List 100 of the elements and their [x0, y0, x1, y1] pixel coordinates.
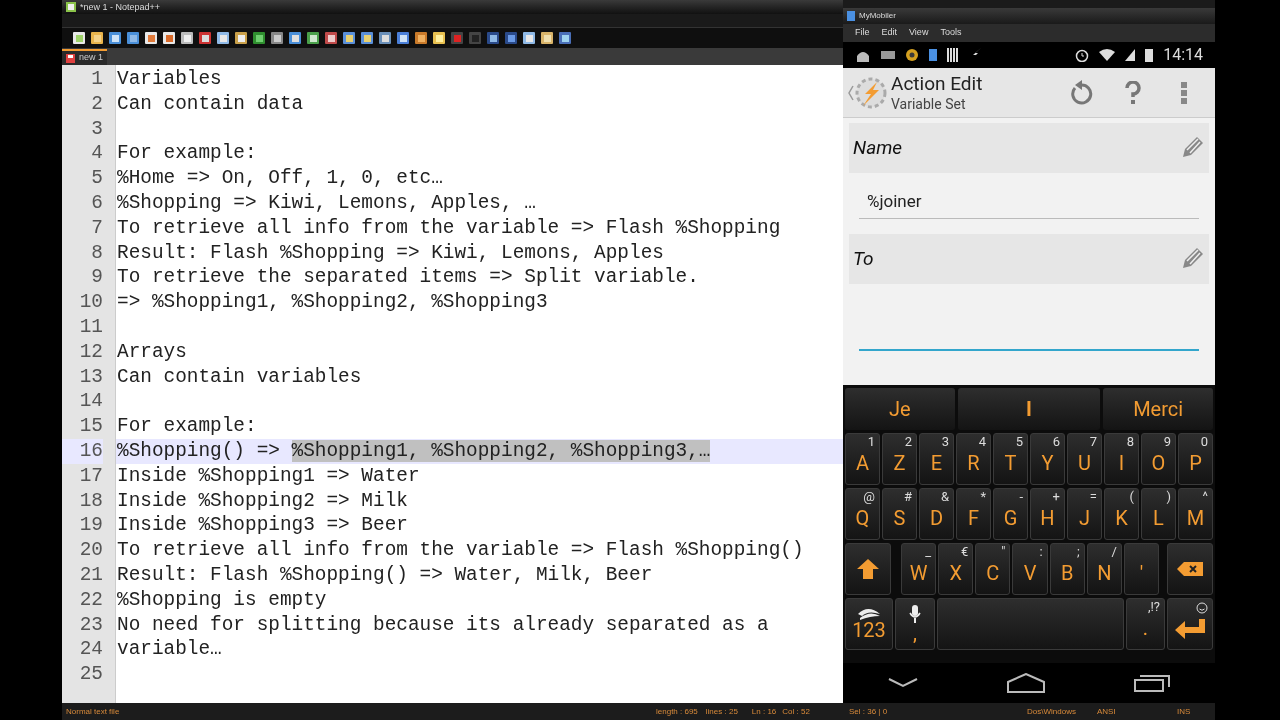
line-number: 12 [78, 339, 103, 365]
code-text: Variables [117, 68, 222, 90]
recent-apps-icon[interactable] [1134, 674, 1171, 692]
keyboard-key[interactable]: ' [1123, 543, 1159, 595]
keyboard-key[interactable]: : V [1012, 543, 1048, 595]
keyboard-key[interactable]: ; B [1049, 543, 1085, 595]
keyboard-key[interactable]: ) L [1141, 488, 1176, 540]
line-number: 8 [90, 240, 103, 266]
file-type: Normal text file [66, 705, 121, 718]
suggestion-button[interactable]: Merci [1103, 388, 1213, 430]
shift-key[interactable] [845, 543, 891, 595]
keyboard-key[interactable]: # S [882, 488, 917, 540]
line-number: 17 [78, 463, 103, 489]
keyboard-key[interactable]: ^ M [1178, 488, 1213, 540]
clock-time: 14:14 [1163, 44, 1203, 66]
keyboard-key[interactable]: = J [1067, 488, 1102, 540]
undo-icon[interactable] [1069, 79, 1093, 106]
barcode-icon [947, 48, 959, 62]
line-number: 19 [78, 513, 103, 539]
keyboard-key[interactable]: 5 T [993, 433, 1028, 485]
line-number: 6 [90, 191, 103, 216]
unsaved-file-icon [66, 53, 75, 63]
menu-item[interactable]: File [855, 26, 870, 40]
line-number: 25 [78, 662, 103, 687]
back-chevron-icon[interactable] [887, 678, 918, 688]
code-text: To retrieve the separated items => Split variable. [117, 266, 699, 289]
backspace-key[interactable] [1167, 543, 1213, 595]
enter-arrow-icon [1175, 619, 1205, 639]
phone-app-icon [847, 11, 855, 21]
keyboard-key[interactable]: € X [938, 543, 974, 595]
numbers-key[interactable]: 123 [845, 598, 893, 650]
keyboard-key[interactable]: 0 P [1178, 433, 1213, 485]
text-input[interactable]: %joiner [859, 185, 1199, 219]
suggestion-button[interactable]: Je [845, 388, 955, 430]
keyboard-key[interactable]: 8 I [1104, 433, 1139, 485]
menu-item[interactable]: Edit [881, 26, 898, 40]
suggestion-button[interactable]: I [957, 388, 1101, 430]
field-label-row: Name [849, 123, 1209, 173]
keyboard-key[interactable]: @ Q [845, 488, 880, 540]
code-text: Inside %Shopping1 => Water [117, 464, 420, 487]
keyboard-key[interactable]: 4 R [956, 433, 991, 485]
backspace-icon [1177, 562, 1203, 576]
code-text: %Shopping is empty [117, 588, 327, 611]
keyboard-key[interactable]: " C [975, 543, 1011, 595]
code-text: Inside %Shopping3 => Beer [117, 514, 408, 537]
line-number: 2 [90, 91, 103, 117]
line-number: 14 [78, 389, 103, 415]
microphone-icon [909, 605, 921, 623]
help-icon[interactable] [1125, 80, 1141, 105]
line-number: 18 [78, 488, 103, 514]
code-text: Can contain variables [117, 365, 362, 388]
line-number: 13 [78, 364, 103, 390]
length-count: length : 695 [656, 705, 698, 718]
gear-icon [905, 48, 919, 62]
keyboard-key[interactable]: - G [993, 488, 1028, 540]
keyboard-key[interactable]: 6 Y [1030, 433, 1065, 485]
file-tab[interactable]: new 1 [62, 49, 108, 65]
code-text: Can contain data [117, 92, 304, 115]
line-number: 9 [90, 265, 103, 291]
code-text: Inside %Shopping2 => Milk [117, 489, 408, 512]
code-text: variable… [117, 638, 222, 661]
keyboard-key[interactable]: ,!? . [1126, 598, 1165, 650]
home-icon[interactable] [1007, 673, 1045, 693]
keyboard-key[interactable]: 3 E [919, 433, 954, 485]
line-number: 1 [90, 67, 103, 92]
code-text: => %Shopping1, %Shopping2, %Shopping3 [117, 291, 548, 314]
keyboard-key[interactable]: 2 Z [882, 433, 917, 485]
shift-arrow-icon [857, 559, 879, 579]
signal-icon [1125, 49, 1136, 61]
column-position: Col : 52 [782, 705, 810, 718]
code-text: For example: [117, 142, 257, 165]
comma-mic-key[interactable]: , [895, 598, 935, 650]
line-number: 10 [78, 290, 103, 315]
code-text: %Shopping => Kiwi, Lemons, Apples, … [117, 192, 536, 214]
window-title: *new 1 - Notepad++ [80, 2, 161, 12]
keyboard-key[interactable]: + H [1030, 488, 1065, 540]
menu-item[interactable]: View [909, 26, 929, 40]
keyboard-key[interactable]: _ W [901, 543, 937, 595]
keyboard-key[interactable]: 7 U [1067, 433, 1102, 485]
enter-key[interactable] [1167, 598, 1213, 650]
insert-mode: INS [1177, 705, 1191, 718]
code-text: For example: [117, 415, 257, 438]
code-text: To retrieve all info from the variable => Flash %Shopping() [117, 539, 804, 562]
code-text: Result: Flash %Shopping => Kiwi, Lemons, Apples [117, 241, 664, 264]
code-text: %Shopping() => [117, 439, 281, 462]
keyboard-key[interactable]: 1 A [845, 433, 880, 485]
line-number: 20 [78, 538, 103, 563]
selection-info: Sel : 36 | 0 [849, 705, 889, 718]
line-number: 23 [78, 612, 103, 638]
keyboard-key[interactable]: * F [956, 488, 991, 540]
menu-item[interactable]: Tools [940, 26, 962, 40]
more-icon[interactable] [1181, 81, 1187, 104]
code-text: Result: Flash %Shopping() => Water, Milk, Beer [117, 563, 653, 586]
keyboard-key[interactable]: 9 O [1141, 433, 1176, 485]
keyboard-key[interactable]: / N [1086, 543, 1122, 595]
line-number: 24 [78, 637, 103, 663]
keyboard-key[interactable]: ( K [1104, 488, 1139, 540]
keyboard-key[interactable]: & D [919, 488, 954, 540]
code-text: Arrays [117, 340, 187, 363]
field-label-row: To [849, 234, 1209, 284]
